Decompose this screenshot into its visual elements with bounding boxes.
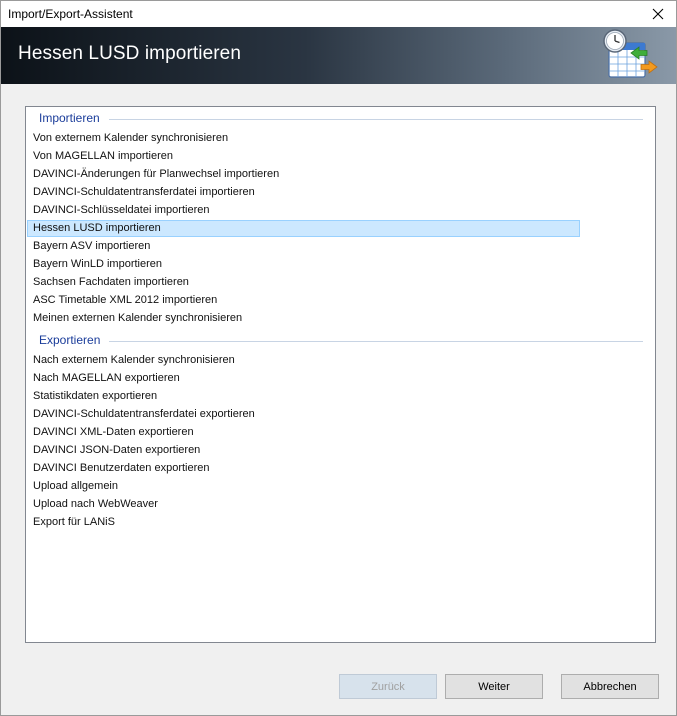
- list-item[interactable]: Sachsen Fachdaten importieren: [27, 274, 580, 291]
- list-item[interactable]: Bayern WinLD importieren: [27, 256, 580, 273]
- wizard-header: Hessen LUSD importieren: [1, 27, 676, 84]
- list-item[interactable]: DAVINCI-Schuldatentransferdatei importie…: [27, 184, 580, 201]
- option-list: Importieren Von externem Kalender synchro…: [25, 106, 656, 643]
- list-item[interactable]: Statistikdaten exportieren: [27, 388, 580, 405]
- list-item[interactable]: DAVINCI JSON-Daten exportieren: [27, 442, 580, 459]
- window-title: Import/Export-Assistent: [8, 7, 133, 21]
- list-item[interactable]: DAVINCI XML-Daten exportieren: [27, 424, 580, 441]
- section-title: Importieren: [39, 111, 106, 125]
- list-item[interactable]: DAVINCI-Änderungen für Planwechsel impor…: [27, 166, 580, 183]
- wizard-step-title: Hessen LUSD importieren: [18, 43, 241, 64]
- list-item[interactable]: Bayern ASV importieren: [27, 238, 580, 255]
- list-item[interactable]: Export für LANiS: [27, 514, 580, 531]
- title-bar: Import/Export-Assistent: [1, 1, 676, 27]
- list-item[interactable]: Nach MAGELLAN exportieren: [27, 370, 580, 387]
- list-item[interactable]: DAVINCI-Schuldatentransferdatei exportie…: [27, 406, 580, 423]
- close-button[interactable]: [640, 1, 676, 27]
- section-header-export: Exportieren: [39, 333, 643, 349]
- next-button[interactable]: Weiter: [445, 674, 543, 699]
- calendar-clock-import-icon: [603, 29, 658, 78]
- import-export-dialog: Import/Export-Assistent Hessen LUSD impo…: [0, 0, 677, 716]
- list-item[interactable]: Hessen LUSD importieren: [27, 220, 580, 237]
- section-header-import: Importieren: [39, 111, 643, 127]
- section-divider: [109, 119, 643, 120]
- list-item[interactable]: Nach externem Kalender synchronisieren: [27, 352, 580, 369]
- list-item[interactable]: Von externem Kalender synchronisieren: [27, 130, 580, 147]
- cancel-button[interactable]: Abbrechen: [561, 674, 659, 699]
- list-item[interactable]: DAVINCI Benutzerdaten exportieren: [27, 460, 580, 477]
- list-item[interactable]: Von MAGELLAN importieren: [27, 148, 580, 165]
- close-icon: [652, 8, 664, 20]
- list-item[interactable]: Upload nach WebWeaver: [27, 496, 580, 513]
- list-item[interactable]: Meinen externen Kalender synchronisieren: [27, 310, 580, 327]
- back-button[interactable]: Zurück: [339, 674, 437, 699]
- list-item[interactable]: Upload allgemein: [27, 478, 580, 495]
- section-divider: [109, 341, 643, 342]
- section-title: Exportieren: [39, 333, 107, 347]
- list-item[interactable]: ASC Timetable XML 2012 importieren: [27, 292, 580, 309]
- list-item[interactable]: DAVINCI-Schlüsseldatei importieren: [27, 202, 580, 219]
